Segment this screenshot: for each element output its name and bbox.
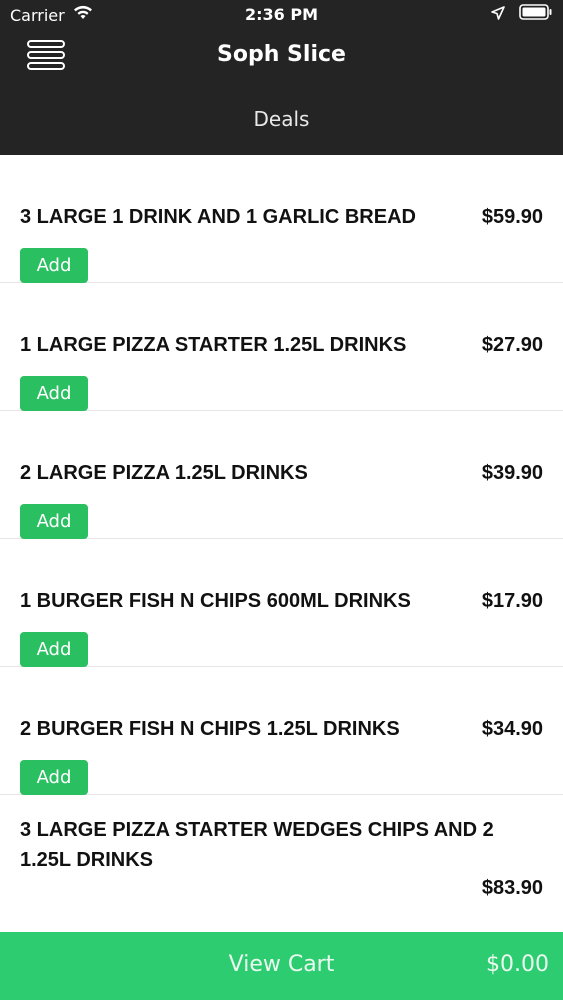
deal-title: 2 LARGE PIZZA 1.25L DRINKS [20,462,308,484]
deal-price: $59.90 [481,206,543,228]
list-item: 3 LARGE 1 DRINK AND 1 GARLIC BREAD $59.9… [0,155,563,283]
cart-total: $0.00 [486,952,549,977]
deal-row: 1 LARGE PIZZA STARTER 1.25L DRINKS $27.9… [20,330,543,360]
status-time: 2:36 PM [244,5,318,24]
deals-list: 3 LARGE 1 DRINK AND 1 GARLIC BREAD $59.9… [0,155,563,932]
deal-row: 2 LARGE PIZZA 1.25L DRINKS $39.90 [20,458,543,488]
deal-title: 3 LARGE PIZZA STARTER WEDGES CHIPS AND 2… [20,819,494,871]
battery-icon [519,4,553,24]
list-item: 2 LARGE PIZZA 1.25L DRINKS $39.90 Add [0,411,563,539]
view-cart-bar[interactable]: View Cart $0.00 [0,932,563,1000]
view-cart-button[interactable]: View Cart [0,952,563,977]
app-header: Carrier 2:36 PM Soph Slice Deals [0,0,563,155]
list-item: 1 LARGE PIZZA STARTER 1.25L DRINKS $27.9… [0,283,563,411]
add-button[interactable]: Add [20,760,88,795]
deal-title: 3 LARGE 1 DRINK AND 1 GARLIC BREAD [20,206,416,228]
add-button[interactable]: Add [20,376,88,411]
deal-price: $17.90 [481,590,543,612]
section-title: Deals [253,107,310,131]
deal-price: $83.90 [481,877,543,899]
page-title: Soph Slice [217,42,346,67]
status-right [491,4,553,24]
add-button[interactable]: Add [20,632,88,667]
deal-title: 1 BURGER FISH N CHIPS 600ML DRINKS [20,590,411,612]
list-item: 2 BURGER FISH N CHIPS 1.25L DRINKS $34.9… [0,667,563,795]
deal-price: $39.90 [481,462,543,484]
deal-row: 1 BURGER FISH N CHIPS 600ML DRINKS $17.9… [20,586,543,616]
deal-price: $34.90 [481,718,543,740]
add-button[interactable]: Add [20,504,88,539]
list-item: 3 LARGE PIZZA STARTER WEDGES CHIPS AND 2… [0,795,563,932]
deal-price: $27.90 [481,334,543,356]
add-button[interactable]: Add [20,248,88,283]
deal-row: 3 LARGE 1 DRINK AND 1 GARLIC BREAD $59.9… [20,202,543,232]
deal-title: 2 BURGER FISH N CHIPS 1.25L DRINKS [20,718,400,740]
location-arrow-icon [491,5,505,24]
deal-row: 2 BURGER FISH N CHIPS 1.25L DRINKS $34.9… [20,714,543,744]
list-item: 1 BURGER FISH N CHIPS 600ML DRINKS $17.9… [0,539,563,667]
nav-bar: Soph Slice [0,30,563,90]
status-bar: Carrier 2:36 PM [0,0,563,30]
deal-title: 1 LARGE PIZZA STARTER 1.25L DRINKS [20,334,407,356]
